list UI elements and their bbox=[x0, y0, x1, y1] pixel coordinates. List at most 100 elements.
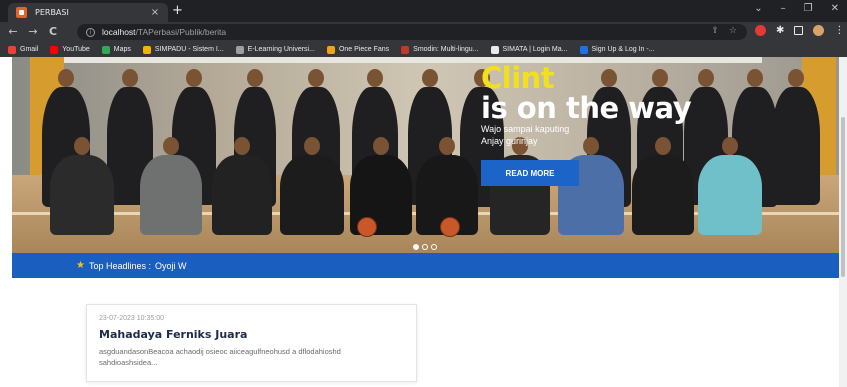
bookmark-label: E-Learning Universi... bbox=[247, 46, 315, 53]
address-bar[interactable]: i localhost/TAPerbasi/Publik/berita ⇪ ☆ bbox=[77, 24, 747, 40]
top-headlines-bar: ★ Top Headlines : Oyoji W bbox=[12, 253, 839, 278]
photo-person-head bbox=[247, 69, 263, 87]
maximize-button[interactable]: ❐ bbox=[804, 3, 813, 14]
photo-person-head bbox=[373, 137, 389, 155]
photo-person-head bbox=[788, 69, 804, 87]
tab-favicon-icon bbox=[16, 7, 27, 18]
photo-person-head bbox=[367, 69, 383, 87]
bookmark-favicon-icon bbox=[579, 45, 588, 54]
bookmark-item[interactable]: Smodin: Multi-lingu... bbox=[401, 45, 479, 54]
bookmark-favicon-icon bbox=[326, 45, 335, 54]
bookmark-label: Maps bbox=[113, 46, 131, 53]
bookmark-favicon-icon bbox=[490, 45, 499, 54]
reload-button[interactable]: C bbox=[46, 25, 60, 38]
carousel-dot-3[interactable] bbox=[431, 244, 437, 250]
hero-title-line2: is on the way bbox=[481, 91, 692, 125]
photo-basketball bbox=[440, 217, 460, 237]
carousel-dot-2[interactable] bbox=[422, 244, 428, 250]
news-title[interactable]: Mahadaya Ferniks Juara bbox=[99, 328, 404, 341]
bookmark-star-icon[interactable]: ☆ bbox=[729, 26, 737, 36]
photo-person-head bbox=[58, 69, 74, 87]
hero-title-line1: Clint bbox=[481, 61, 555, 95]
bookmark-favicon-icon bbox=[101, 45, 110, 54]
bookmark-item[interactable]: One Piece Fans bbox=[326, 45, 390, 54]
forward-button[interactable]: → bbox=[26, 25, 40, 38]
photo-person-head bbox=[698, 69, 714, 87]
menu-kebab-icon[interactable]: ⋮ bbox=[834, 25, 844, 36]
bookmark-item[interactable]: YouTube bbox=[50, 45, 90, 54]
tab-title: PERBASI bbox=[35, 8, 69, 17]
page-scrollbar[interactable] bbox=[839, 57, 847, 387]
bookmark-favicon-icon bbox=[142, 45, 151, 54]
photo-person bbox=[698, 155, 762, 235]
hero-carousel: Clint is on the way Wajo sampai kaputing… bbox=[12, 57, 839, 253]
bookmark-item[interactable]: SIMATA | Login Ma... bbox=[490, 45, 568, 54]
hero-subtitle: Wajo sampai kaputing Anjay gurinjay bbox=[481, 123, 569, 147]
top-headlines-label: Top Headlines : bbox=[88, 260, 152, 271]
bookmark-favicon-icon bbox=[50, 45, 59, 54]
site-info-icon[interactable]: i bbox=[86, 27, 95, 37]
bookmark-item[interactable]: SIMPADU - Sistem I... bbox=[142, 45, 224, 54]
bookmark-label: Gmail bbox=[20, 46, 39, 53]
hero-title: Clint is on the way bbox=[481, 61, 692, 125]
photo-person bbox=[212, 155, 272, 235]
bookmark-item[interactable]: E-Learning Universi... bbox=[235, 45, 315, 54]
news-date: 23-07-2023 10:35:00 bbox=[99, 315, 164, 322]
window-controls: ⌄ – ❐ ✕ bbox=[754, 3, 839, 14]
photo-person bbox=[50, 155, 114, 235]
bookmark-label: Sign Up & Log In -... bbox=[591, 46, 655, 53]
news-excerpt: asgduandasonBeacoa achaodij osieoc aiice… bbox=[99, 347, 341, 367]
photo-person-head bbox=[308, 69, 324, 87]
photo-person-head bbox=[422, 69, 438, 87]
photo-person-head bbox=[234, 137, 250, 155]
bookmark-label: SIMATA | Login Ma... bbox=[502, 46, 568, 53]
tab-search-icon[interactable]: ⌄ bbox=[754, 3, 762, 14]
scrollbar-thumb[interactable] bbox=[841, 117, 845, 277]
profile-avatar[interactable] bbox=[813, 25, 825, 36]
star-icon: ★ bbox=[76, 260, 85, 271]
carousel-dot-1[interactable] bbox=[413, 244, 419, 250]
new-tab-button[interactable]: + bbox=[172, 4, 183, 18]
photo-person-head bbox=[304, 137, 320, 155]
tab-close-icon[interactable]: × bbox=[148, 7, 162, 18]
photo-person bbox=[140, 155, 202, 235]
browser-tabbar: PERBASI × + ⌄ – ❐ ✕ bbox=[0, 0, 847, 22]
hero-subtitle-line1: Wajo sampai kaputing bbox=[481, 124, 570, 134]
back-button[interactable]: ← bbox=[6, 25, 20, 38]
bookmark-item[interactable]: Maps bbox=[101, 45, 131, 54]
photo-person bbox=[772, 87, 820, 205]
read-more-button[interactable]: READ MORE bbox=[481, 160, 579, 186]
bookmarks-bar: Gmail YouTube Maps SIMPADU - Sistem I... E-L… bbox=[0, 42, 847, 57]
bookmark-favicon-icon bbox=[401, 45, 410, 54]
side-panel-icon[interactable] bbox=[794, 26, 804, 35]
photo-person-head bbox=[163, 137, 179, 155]
photo-person bbox=[632, 155, 694, 235]
close-window-button[interactable]: ✕ bbox=[831, 3, 839, 14]
photo-person-head bbox=[122, 69, 138, 87]
photo-person-head bbox=[583, 137, 599, 155]
bookmark-label: Smodin: Multi-lingu... bbox=[413, 46, 479, 53]
url-host: localhost bbox=[102, 27, 136, 37]
photo-person-head bbox=[74, 137, 90, 155]
bookmark-label: One Piece Fans bbox=[338, 46, 390, 53]
url-text[interactable]: localhost/TAPerbasi/Publik/berita bbox=[102, 27, 226, 37]
puzzle-icon[interactable]: ✱ bbox=[776, 25, 784, 36]
photo-person-head bbox=[439, 137, 455, 155]
bookmark-label: YouTube bbox=[62, 46, 90, 53]
bookmark-item[interactable]: Sign Up & Log In -... bbox=[579, 45, 655, 54]
url-path: /TAPerbasi/Publik/berita bbox=[135, 27, 227, 37]
bookmark-label: SIMPADU - Sistem I... bbox=[154, 46, 224, 53]
share-icon[interactable]: ⇪ bbox=[711, 26, 719, 36]
bookmark-item[interactable]: Gmail bbox=[8, 45, 39, 54]
carousel-indicators bbox=[413, 244, 437, 250]
bookmark-favicon-icon bbox=[8, 45, 16, 54]
photo-person-head bbox=[747, 69, 763, 87]
browser-tab[interactable]: PERBASI × bbox=[8, 3, 168, 22]
photo-person-head bbox=[655, 137, 671, 155]
top-headlines-ticker[interactable]: Oyoji W bbox=[155, 261, 187, 271]
extension-icon[interactable] bbox=[755, 25, 766, 36]
photo-person bbox=[280, 155, 344, 235]
photo-person-head bbox=[186, 69, 202, 87]
news-card[interactable]: 23-07-2023 10:35:00 Mahadaya Ferniks Jua… bbox=[86, 304, 417, 382]
minimize-button[interactable]: – bbox=[781, 3, 786, 14]
